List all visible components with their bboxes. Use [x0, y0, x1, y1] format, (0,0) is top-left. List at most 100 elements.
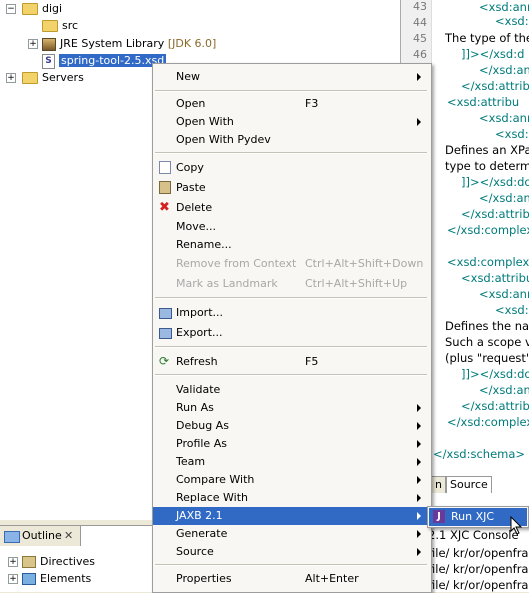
expand-toggle[interactable]: +: [8, 574, 18, 584]
menu-item-run-as[interactable]: Run As: [153, 399, 429, 417]
code-line: The type of the: [445, 31, 529, 45]
collapse-toggle[interactable]: −: [6, 4, 16, 14]
code-line: <xsd:ann: [479, 287, 529, 301]
outline-item-elements[interactable]: + Elements: [8, 570, 91, 587]
code-line: ]]></xsd:do: [461, 367, 529, 381]
submenu-arrow-icon: [417, 530, 421, 538]
editor-tabs: n Source: [431, 476, 492, 494]
menu-separator: [155, 374, 427, 376]
submenu-arrow-icon: [417, 548, 421, 556]
close-icon[interactable]: ✕: [64, 526, 73, 546]
code-line: </xsd:an: [479, 383, 529, 397]
menu-item-refresh[interactable]: ⟳ Refresh F5: [153, 353, 429, 371]
menu-item-open[interactable]: Open F3: [153, 95, 429, 113]
code-line: Defines an XPa: [445, 143, 529, 157]
tab-outline[interactable]: Outline ✕: [0, 526, 81, 546]
tree-item-jre[interactable]: + JRE System Library [JDK 6.0]: [28, 35, 216, 52]
mouse-cursor-icon: [510, 516, 523, 535]
submenu-arrow-icon: [417, 118, 421, 126]
menu-item-properties[interactable]: Properties Alt+Enter: [153, 570, 429, 588]
menu-item-rename[interactable]: Rename...: [153, 236, 429, 254]
menu-item-generate[interactable]: Generate: [153, 525, 429, 543]
import-icon: [159, 308, 172, 319]
code-line: ]]></xsd:d: [461, 47, 525, 61]
expand-toggle[interactable]: +: [8, 557, 18, 567]
tree-item-servers[interactable]: + Servers: [6, 69, 84, 86]
folder-icon: [22, 72, 38, 84]
xsd-file-icon: S: [42, 53, 55, 69]
context-menu: New Open F3 Open With Open With Pydev Cop…: [152, 63, 432, 593]
menu-separator: [155, 152, 427, 154]
menu-item-open-with[interactable]: Open With: [153, 113, 429, 131]
menu-item-paste[interactable]: Paste: [153, 179, 429, 197]
code-line: </xsd:an: [479, 191, 529, 205]
tree-item-xsd-file[interactable]: Sspring-tool-2.5.xsd: [42, 52, 167, 69]
submenu-arrow-icon: [417, 440, 421, 448]
submenu-arrow-icon: [417, 422, 421, 430]
submenu-arrow-icon: [417, 73, 421, 81]
menu-item-open-with-pydev[interactable]: Open With Pydev: [153, 131, 429, 149]
expand-toggle[interactable]: +: [28, 39, 38, 49]
library-icon: [42, 37, 56, 51]
menu-item-move[interactable]: Move...: [153, 218, 429, 236]
tree-item-src[interactable]: src: [42, 17, 78, 34]
code-line: ]]></xsd:do: [461, 175, 529, 189]
menu-item-source[interactable]: Source: [153, 543, 429, 561]
outline-item-directives[interactable]: + Directives: [8, 553, 95, 570]
console-line: file/ kr/or/openfra: [428, 546, 529, 560]
menu-item-copy[interactable]: Copy: [153, 159, 429, 177]
submenu-arrow-icon: [417, 494, 421, 502]
code-line: </xsd:complex: [447, 415, 529, 429]
code-line: <xsd:complexT: [447, 255, 529, 269]
submenu-arrow-icon: [417, 458, 421, 466]
menu-item-profile-as[interactable]: Profile As: [153, 435, 429, 453]
code-line: </xsd:schema>: [433, 447, 526, 461]
paste-icon: [159, 181, 171, 194]
menu-separator: [155, 564, 427, 566]
submenu-arrow-icon: [417, 404, 421, 412]
refresh-icon: ⟳: [159, 354, 170, 368]
submenu-arrow-icon: [417, 476, 421, 484]
code-line: <xsd:d: [495, 14, 529, 28]
menu-item-validate[interactable]: Validate: [153, 381, 429, 399]
menu-item-remove-from-context: Remove from Context Ctrl+Alt+Shift+Down: [176, 257, 424, 270]
menu-item-new[interactable]: New: [153, 68, 429, 86]
expand-toggle[interactable]: +: [6, 73, 16, 83]
code-line: </xsd:attrib: [461, 207, 529, 221]
menu-item-team[interactable]: Team: [153, 453, 429, 471]
copy-icon: [159, 161, 171, 174]
code-line: (plus "request": [445, 351, 529, 365]
elements-icon: [22, 573, 36, 585]
menu-item-delete[interactable]: ✖ Delete: [153, 199, 429, 217]
tree-item-digi[interactable]: − digi: [6, 0, 62, 17]
code-line: <xsd:attribu: [447, 95, 520, 109]
menu-separator: [155, 346, 427, 348]
code-line: </xsd:an: [479, 63, 529, 77]
tab-design[interactable]: n: [431, 476, 446, 493]
menu-item-jaxb[interactable]: JAXB 2.1: [153, 507, 429, 525]
menu-separator: [155, 297, 427, 299]
code-line: </xsd:attrib: [461, 399, 529, 413]
project-folder-icon: [22, 3, 38, 15]
menu-item-mark-as-landmark: Mark as Landmark Ctrl+Alt+Shift+Up: [176, 277, 408, 290]
submenu-arrow-icon: [417, 512, 421, 520]
directives-icon: [22, 556, 36, 568]
menu-item-debug-as[interactable]: Debug As: [153, 417, 429, 435]
code-line: </xsd:attrib: [461, 79, 529, 93]
menu-item-replace-with[interactable]: Replace With: [153, 489, 429, 507]
delete-icon: ✖: [159, 200, 170, 215]
menu-separator: [155, 90, 427, 92]
outline-icon: [4, 531, 20, 543]
menu-item-import[interactable]: Import...: [153, 304, 429, 322]
menu-item-compare-with[interactable]: Compare With: [153, 471, 429, 489]
xjc-icon: J: [433, 510, 445, 523]
code-line: type to determ: [445, 159, 529, 173]
code-line: Defines the nan: [445, 319, 529, 333]
menu-item-export[interactable]: Export...: [153, 324, 429, 342]
source-folder-icon: [42, 20, 58, 32]
tab-source[interactable]: Source: [445, 476, 492, 493]
code-line: <xsd:attribu: [461, 271, 529, 285]
code-line: <xsd:ann: [479, 111, 529, 125]
console-line: file/ kr/or/openfra: [428, 562, 529, 576]
export-icon: [159, 328, 172, 339]
